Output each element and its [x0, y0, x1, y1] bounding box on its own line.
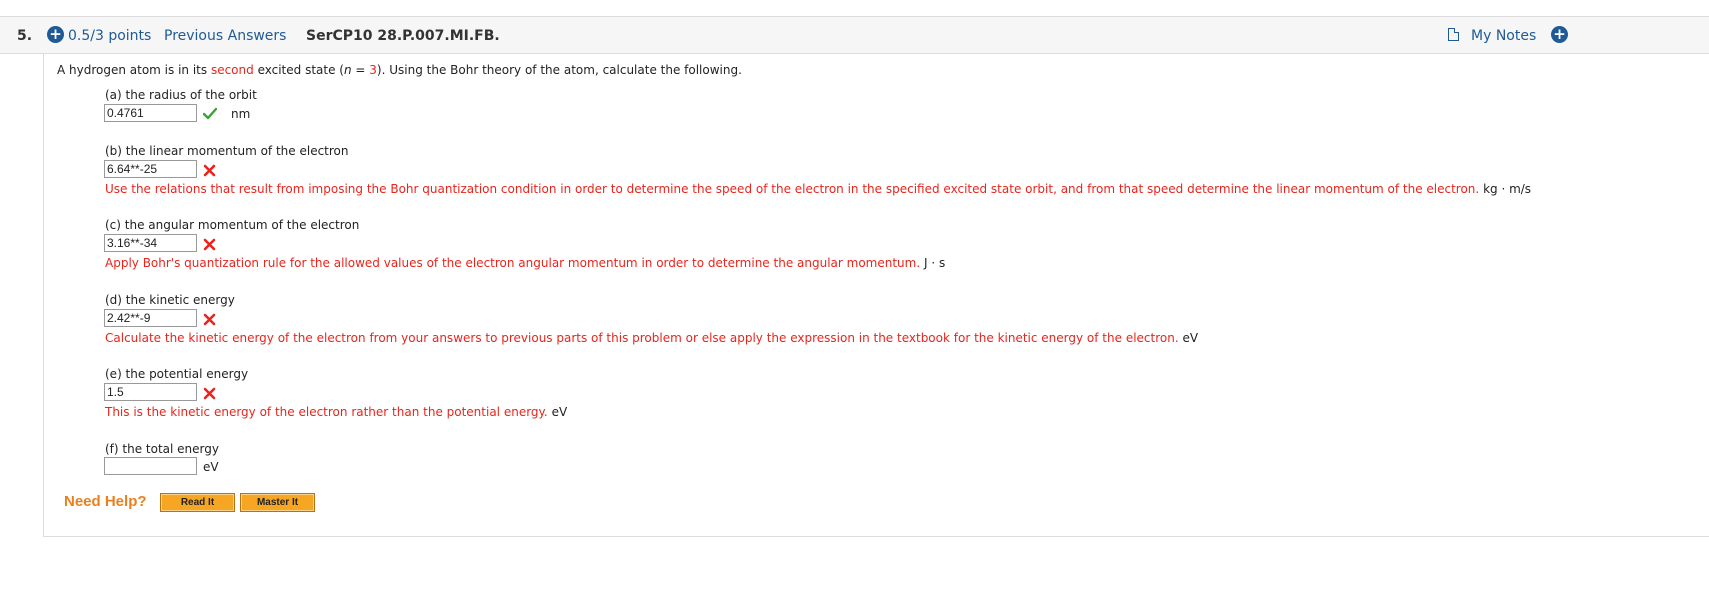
check-icon: [203, 107, 217, 120]
part-e-answer-input[interactable]: 1.5: [104, 383, 197, 401]
prompt-text: =: [351, 63, 370, 77]
part-c-label: (c) the angular momentum of the electron: [105, 218, 360, 232]
plus-circle-icon[interactable]: +: [47, 26, 64, 43]
feedback-text: Use the relations that result from impos…: [105, 182, 1480, 196]
previous-answers-link[interactable]: Previous Answers: [164, 28, 286, 44]
x-icon: [203, 387, 216, 400]
read-it-button[interactable]: Read It: [160, 493, 235, 512]
part-d-feedback: Calculate the kinetic energy of the elec…: [105, 331, 1198, 345]
part-c-feedback: Apply Bohr's quantization rule for the a…: [105, 256, 945, 270]
question-number: 5.: [17, 28, 33, 44]
part-a-label: (a) the radius of the orbit: [105, 88, 257, 102]
part-a-unit: nm: [231, 107, 251, 121]
feedback-text: This is the kinetic energy of the electr…: [105, 405, 548, 419]
points-link[interactable]: 0.5/3 points: [68, 28, 151, 44]
prompt-text: excited state (: [253, 63, 344, 77]
part-e-unit: eV: [551, 405, 568, 419]
part-d-answer-input[interactable]: 2.42**-9: [104, 309, 197, 327]
part-c-unit: J · s: [923, 256, 946, 270]
prompt-text: A hydrogen atom is in its: [57, 63, 211, 77]
question-prompt: A hydrogen atom is in its second excited…: [57, 63, 742, 77]
part-f-unit: eV: [203, 460, 219, 474]
part-d-unit: eV: [1182, 331, 1199, 345]
part-e-label: (e) the potential energy: [105, 367, 249, 381]
part-b-label: (b) the linear momentum of the electron: [105, 144, 349, 158]
need-help-label: Need Help?: [64, 493, 147, 510]
x-icon: [203, 238, 216, 251]
x-icon: [203, 164, 216, 177]
feedback-text: Calculate the kinetic energy of the elec…: [105, 331, 1179, 345]
part-b-feedback: Use the relations that result from impos…: [105, 182, 1531, 196]
notes-icon[interactable]: [1448, 28, 1459, 41]
part-a-answer-input[interactable]: 0.4761: [104, 104, 197, 122]
prompt-highlight: second: [210, 63, 254, 77]
x-icon: [203, 313, 216, 326]
add-note-plus-icon[interactable]: +: [1551, 26, 1568, 43]
prompt-variable: n: [343, 63, 352, 77]
part-f-answer-input[interactable]: [104, 457, 197, 475]
part-e-feedback: This is the kinetic energy of the electr…: [105, 405, 567, 419]
part-b-answer-input[interactable]: 6.64**-25: [104, 160, 197, 178]
question-body: [43, 54, 1709, 537]
feedback-text: Apply Bohr's quantization rule for the a…: [105, 256, 921, 270]
question-code: SerCP10 28.P.007.MI.FB.: [306, 28, 500, 44]
master-it-button[interactable]: Master It: [240, 493, 315, 512]
part-f-label: (f) the total energy: [105, 442, 219, 456]
my-notes-link[interactable]: My Notes: [1471, 28, 1536, 44]
part-d-label: (d) the kinetic energy: [105, 293, 235, 307]
prompt-value: 3: [369, 63, 377, 77]
prompt-text: ). Using the Bohr theory of the atom, ca…: [376, 63, 742, 77]
part-b-unit: kg · m/s: [1483, 182, 1532, 196]
question-header: 5. + 0.5/3 points Previous Answers SerCP…: [0, 16, 1709, 54]
part-c-answer-input[interactable]: 3.16**-34: [104, 234, 197, 252]
